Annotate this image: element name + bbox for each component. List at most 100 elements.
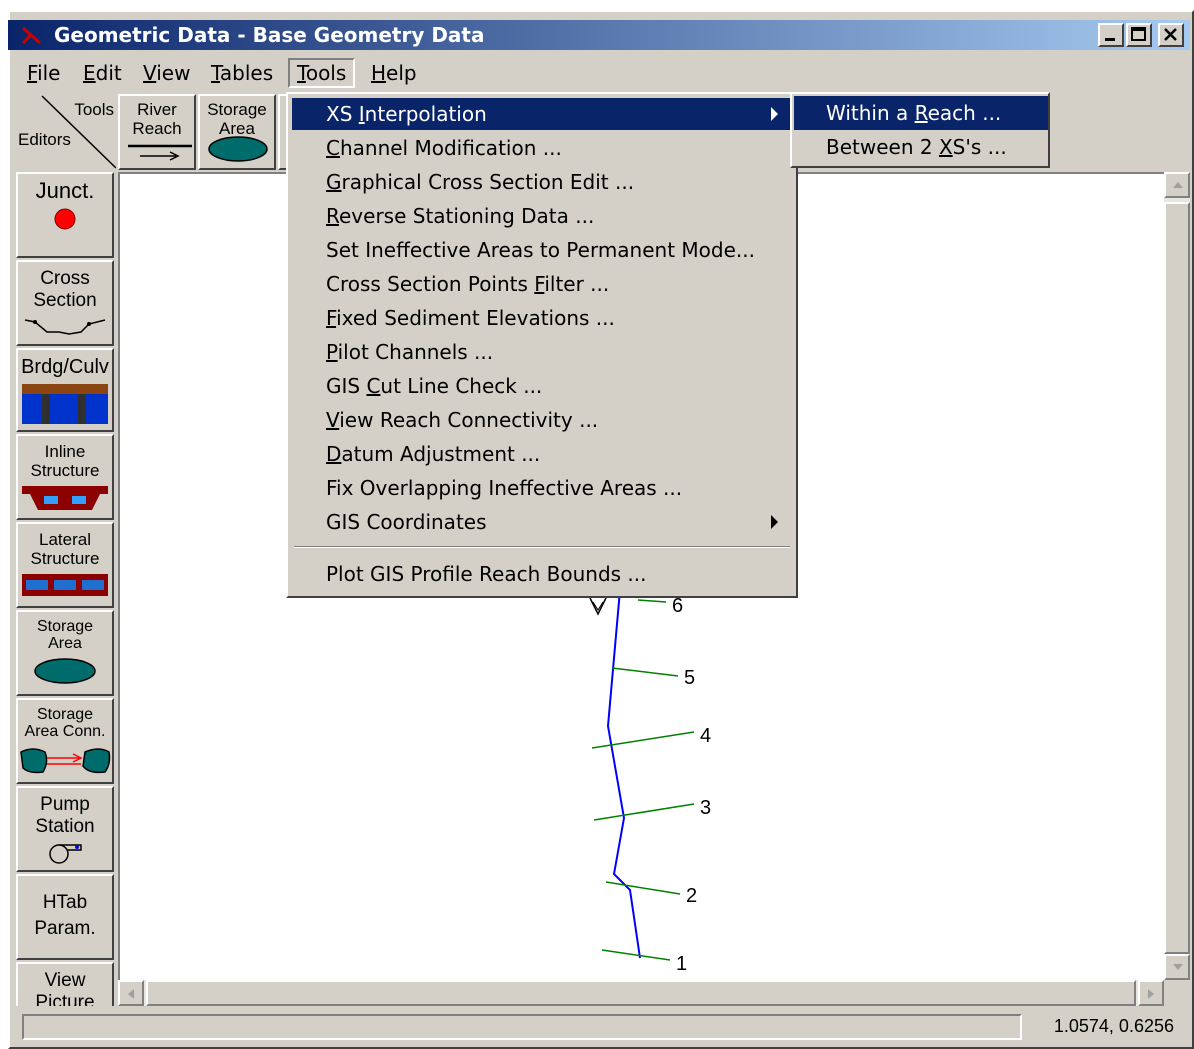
cross-section-label-1: Cross Section bbox=[33, 268, 97, 311]
xs-interpolation-submenu: Within a Reach ... Between 2 XS's ... bbox=[790, 92, 1050, 168]
storage-area-editor-button[interactable]: Storage Area bbox=[16, 610, 114, 696]
river-reach-button[interactable]: River Reach bbox=[118, 94, 196, 170]
horizontal-scrollbar[interactable] bbox=[118, 980, 1164, 1006]
scroll-up-button[interactable] bbox=[1164, 172, 1190, 198]
lateral-structure-icon bbox=[22, 574, 108, 596]
xs-label-4: 4 bbox=[700, 725, 711, 747]
scroll-right-button[interactable] bbox=[1138, 980, 1164, 1006]
xs-line-2 bbox=[605, 881, 681, 895]
submenu-item-label: Between 2 XS's ... bbox=[826, 135, 1007, 159]
close-button[interactable] bbox=[1158, 23, 1184, 47]
junction-icon bbox=[54, 208, 76, 230]
tools-label: Tools bbox=[74, 100, 114, 119]
view-picture-label: View Picture bbox=[35, 970, 95, 1006]
tools-menu-item-2[interactable]: Channel Modification ... bbox=[292, 132, 792, 164]
tools-menu-item-label: Graphical Cross Section Edit ... bbox=[326, 170, 635, 194]
tools-menu-item-label: Plot GIS Profile Reach Bounds ... bbox=[326, 562, 647, 586]
status-message-pane bbox=[22, 1014, 1022, 1040]
tools-menu-item-13[interactable]: GIS Coordinates bbox=[292, 506, 792, 538]
bridge-culvert-icon bbox=[22, 384, 108, 424]
lateral-structure-label: Lateral Structure bbox=[30, 530, 100, 568]
tools-menu-item-6[interactable]: Cross Section Points Filter ... bbox=[292, 268, 792, 300]
xs-label-6: 6 bbox=[672, 595, 683, 617]
inline-structure-editor-button[interactable]: Inline Structure bbox=[16, 434, 114, 520]
tools-menu-item-label: Fixed Sediment Elevations ... bbox=[326, 306, 615, 330]
between-2-xs-item[interactable]: Between 2 XS's ... bbox=[794, 130, 1048, 164]
scroll-thumb-horizontal[interactable] bbox=[146, 980, 1136, 1006]
pump-station-label: Pump Station bbox=[35, 794, 95, 837]
maximize-button[interactable] bbox=[1126, 23, 1152, 47]
storage-area-connection-icon bbox=[20, 748, 111, 774]
storage-area-connection-editor-button[interactable]: Storage Area Conn. bbox=[16, 698, 114, 784]
scroll-corner bbox=[1164, 980, 1190, 1006]
menu-tables[interactable]: Tables bbox=[204, 58, 280, 88]
tools-menu-item-3[interactable]: Graphical Cross Section Edit ... bbox=[292, 166, 792, 198]
cross-section-icon bbox=[24, 319, 106, 335]
tools-editors-header: Tools Editors bbox=[14, 94, 116, 170]
menu-edit[interactable]: Edit bbox=[76, 58, 129, 88]
scroll-thumb-vertical[interactable] bbox=[1164, 202, 1190, 954]
storage-area-label-1: Storage bbox=[207, 100, 267, 119]
tools-menu-item-11[interactable]: Datum Adjustment ... bbox=[292, 438, 792, 470]
scroll-left-button[interactable] bbox=[118, 980, 144, 1006]
tools-menu-item-label: Reverse Stationing Data ... bbox=[326, 204, 595, 228]
menu-file[interactable]: File bbox=[20, 58, 67, 88]
inline-structure-label: Inline Structure bbox=[30, 442, 100, 480]
vertical-scrollbar[interactable] bbox=[1164, 172, 1190, 980]
tools-menu-item-14[interactable]: Plot GIS Profile Reach Bounds ... bbox=[292, 558, 792, 590]
menu-tools[interactable]: Tools bbox=[288, 58, 356, 88]
junction-label: Junct. bbox=[35, 178, 95, 203]
tools-menu-item-4[interactable]: Reverse Stationing Data ... bbox=[292, 200, 792, 232]
submenu-arrow-icon bbox=[771, 107, 778, 121]
maximize-icon bbox=[1131, 27, 1146, 41]
storage-area-editor-label: Storage Area bbox=[36, 618, 94, 652]
submenu-arrow-icon bbox=[771, 515, 778, 529]
status-coordinates: 1.0574, 0.6256 bbox=[1053, 1016, 1174, 1036]
status-bar: 1.0574, 0.6256 bbox=[14, 1010, 1184, 1042]
tools-menu-item-9[interactable]: GIS Cut Line Check ... bbox=[292, 370, 792, 402]
river-reach-label-1: River bbox=[137, 100, 177, 119]
arrow-down-icon bbox=[1173, 964, 1183, 970]
menu-view[interactable]: View bbox=[136, 58, 197, 88]
minimize-button[interactable] bbox=[1098, 23, 1124, 47]
menu-separator bbox=[294, 546, 790, 548]
menu-bar: File Edit View Tables Tools Help bbox=[10, 54, 1190, 90]
htab-param-label: HTab Param. bbox=[34, 892, 96, 939]
tools-menu-item-12[interactable]: Fix Overlapping Ineffective Areas ... bbox=[292, 472, 792, 504]
storage-area-button[interactable]: Storage Area bbox=[198, 94, 276, 170]
pump-icon bbox=[49, 844, 82, 864]
menu-help[interactable]: Help bbox=[364, 58, 424, 88]
htab-param-editor-button[interactable]: HTab Param. bbox=[16, 874, 114, 960]
xs-label-2: 2 bbox=[686, 885, 697, 907]
reach-line bbox=[606, 589, 641, 959]
arrow-left-icon bbox=[128, 989, 134, 999]
junction-editor-button[interactable]: Junct. bbox=[16, 172, 114, 258]
tools-menu-item-1[interactable]: XS Interpolation bbox=[292, 98, 792, 130]
tools-menu-item-7[interactable]: Fixed Sediment Elevations ... bbox=[292, 302, 792, 334]
river-reach-icon bbox=[128, 144, 192, 161]
bridge-culvert-editor-button[interactable]: Brdg/Culv bbox=[16, 348, 114, 432]
river-reach-label-2: Reach bbox=[132, 119, 182, 138]
xs-line-4 bbox=[591, 731, 695, 749]
tools-menu-dropdown: XS Interpolation Channel Modification ...… bbox=[286, 92, 798, 598]
within-a-reach-item[interactable]: Within a Reach ... bbox=[794, 96, 1048, 130]
window-title: Geometric Data - Base Geometry Data bbox=[54, 23, 485, 47]
app-icon bbox=[21, 26, 41, 45]
storage-area-editor-icon bbox=[34, 658, 96, 684]
close-icon bbox=[1164, 28, 1177, 41]
pump-station-editor-button[interactable]: Pump Station bbox=[16, 786, 114, 872]
tools-menu-item-5[interactable]: Set Ineffective Areas to Permanent Mode.… bbox=[292, 234, 792, 266]
title-bar[interactable]: Geometric Data - Base Geometry Data bbox=[8, 20, 1190, 50]
storage-area-connection-label: Storage Area Conn. bbox=[24, 706, 106, 740]
view-picture-button[interactable]: View Picture bbox=[16, 962, 114, 1006]
tools-menu-item-10[interactable]: View Reach Connectivity ... bbox=[292, 404, 792, 436]
xs-line-5 bbox=[611, 667, 679, 677]
lateral-structure-editor-button[interactable]: Lateral Structure bbox=[16, 522, 114, 608]
bridge-culvert-label: Brdg/Culv bbox=[21, 356, 109, 378]
tools-menu-item-label: Cross Section Points Filter ... bbox=[326, 272, 610, 296]
tools-menu-item-label: Channel Modification ... bbox=[326, 136, 562, 160]
tools-menu-item-8[interactable]: Pilot Channels ... bbox=[292, 336, 792, 368]
scroll-down-button[interactable] bbox=[1164, 954, 1190, 980]
tools-menu-item-label: Set Ineffective Areas to Permanent Mode.… bbox=[326, 238, 755, 262]
cross-section-editor-button[interactable]: Cross Section bbox=[16, 260, 114, 346]
